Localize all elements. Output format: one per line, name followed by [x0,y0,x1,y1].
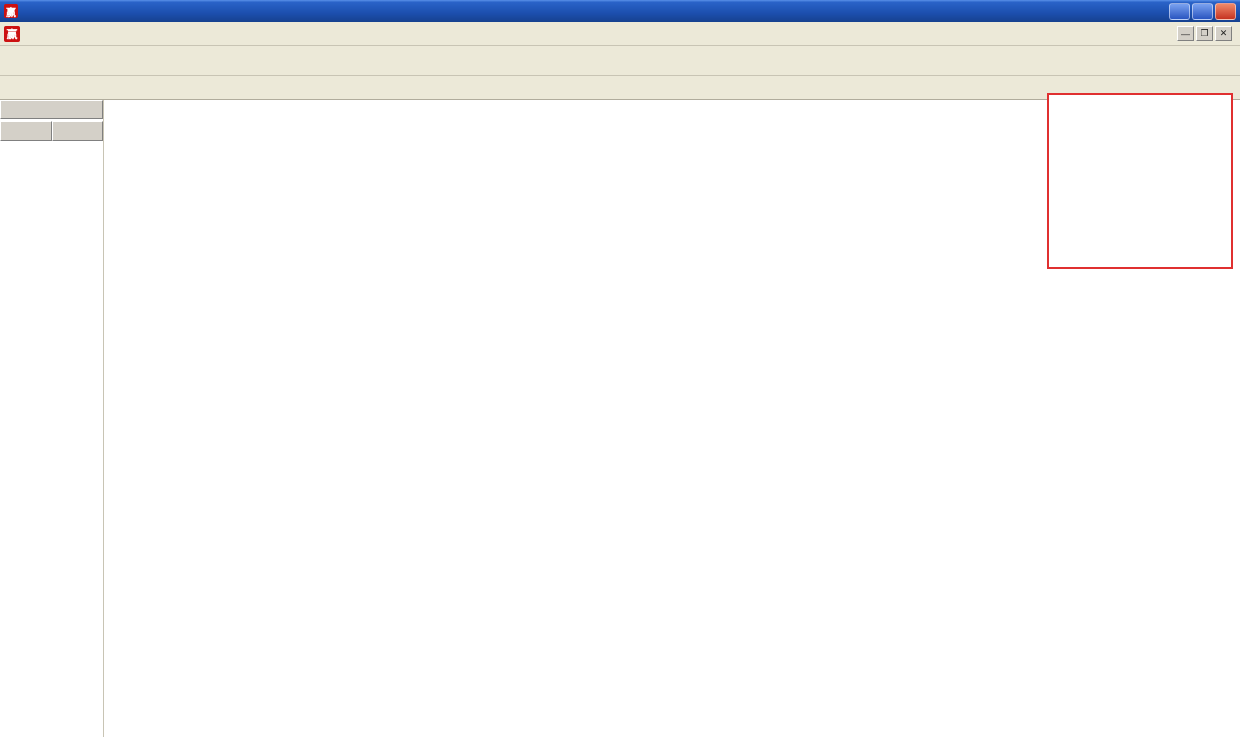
calc-resistance-button[interactable] [0,121,52,141]
mdi-minimize-button[interactable]: — [1177,26,1194,41]
titlebar: 赢 [0,0,1240,22]
mdi-window-controls: — ❐ ✕ [1177,26,1236,41]
close-button[interactable] [1215,3,1236,20]
sidebar [0,100,104,737]
maximize-button[interactable] [1192,3,1213,20]
app-icon: 赢 [4,4,18,18]
minimize-button[interactable] [1169,3,1190,20]
brand-logo-icon: 赢 [4,26,20,42]
mdi-close-button[interactable]: ✕ [1215,26,1232,41]
main-toolbar [0,46,1240,76]
calc-support-button[interactable] [52,121,104,141]
instrument-title[interactable] [0,100,103,119]
mdi-restore-button[interactable]: ❐ [1196,26,1213,41]
menubar: 赢 — ❐ ✕ [0,22,1240,46]
annotation-box [1047,93,1233,269]
